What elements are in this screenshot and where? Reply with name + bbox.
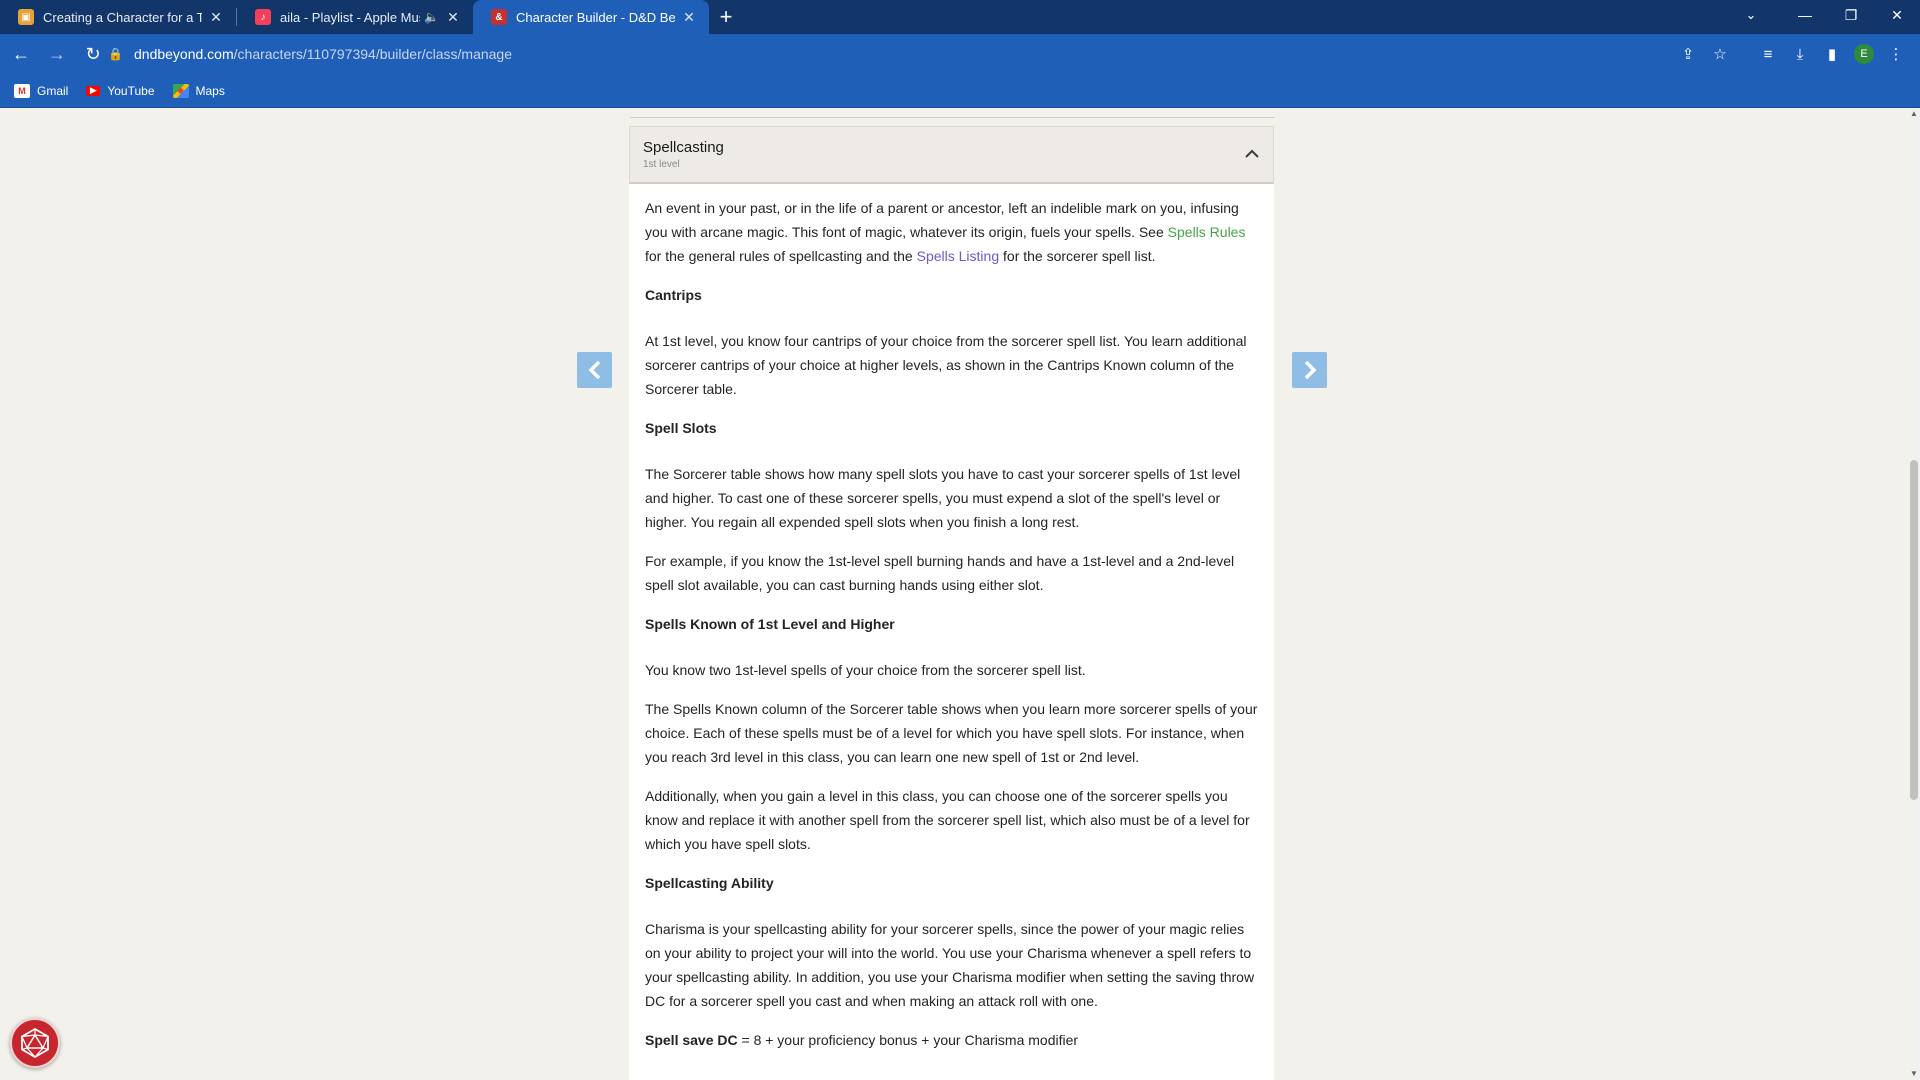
profile-button[interactable]: E (1848, 39, 1880, 69)
dndbeyond-icon: & (491, 9, 507, 25)
previous-arrow-button[interactable] (577, 352, 612, 388)
cantrips-heading: Cantrips (645, 287, 702, 303)
spells-known-paragraph: You know two 1st-level spells of your ch… (645, 662, 1086, 678)
tab-creating-character[interactable]: ▣ Creating a Character for a Table ✕ (0, 0, 236, 34)
section-body: An event in your past, or in the life of… (629, 184, 1274, 1052)
youtube-icon: ▶ (86, 85, 101, 96)
intro-text: An event in your past, or in the life of… (645, 200, 1239, 240)
address-bar[interactable]: 🔒 dndbeyond.com/characters/110797394/bui… (108, 38, 1708, 70)
tab-title: aila - Playlist - Apple Music (280, 9, 421, 25)
forward-icon[interactable]: → (42, 39, 72, 69)
d20-icon (21, 1027, 49, 1059)
section-subtitle: 1st level (643, 159, 680, 170)
intro-paragraph: An event in your past, or in the life of… (645, 196, 1258, 268)
close-tab-icon[interactable]: ✕ (681, 9, 697, 26)
spell-save-dc-formula: = 8 + your proficiency bonus + your Char… (737, 1032, 1079, 1048)
url-path: /characters/110797394/builder/class/mana… (233, 46, 512, 62)
speaker-icon[interactable]: 🔈 (424, 10, 439, 24)
apple-music-icon: ♪ (255, 9, 271, 25)
tab-apple-music[interactable]: ♪ aila - Playlist - Apple Music 🔈 ✕ (237, 0, 473, 34)
kebab-menu-icon[interactable]: ⋮ (1880, 39, 1912, 69)
spells-rules-link[interactable]: Spells Rules (1168, 224, 1246, 240)
minimize-icon[interactable]: — (1782, 0, 1828, 30)
tab-character-builder[interactable]: & Character Builder - D&D Beyond ✕ (473, 0, 709, 34)
bookmarks-bar: M Gmail ▶ YouTube ◆ Maps (0, 74, 1920, 108)
spellcasting-ability-paragraph: Charisma is your spellcasting ability fo… (645, 921, 1255, 1009)
section-title: Spellcasting (643, 139, 724, 156)
tab-strip: ▣ Creating a Character for a Table ✕ ♪ a… (0, 0, 1920, 34)
tab-title: Character Builder - D&D Beyond (516, 9, 675, 25)
page-scrollbar[interactable]: ▲ ▼ (1908, 108, 1920, 1080)
spells-known-heading: Spells Known of 1st Level and Higher (645, 616, 895, 632)
dice-roller-button[interactable] (10, 1018, 60, 1068)
spells-known-paragraph: Additionally, when you gain a level in t… (645, 788, 1250, 852)
avatar: E (1854, 44, 1874, 64)
spells-known-paragraph: The Spells Known column of the Sorcerer … (645, 701, 1258, 765)
chevron-left-icon (588, 360, 600, 380)
bookmark-youtube[interactable]: ▶ YouTube (86, 83, 155, 98)
bookmark-label: YouTube (107, 83, 155, 98)
previous-section-edge (630, 108, 1275, 118)
spell-save-dc-line: Spell save DC = 8 + your proficiency bon… (645, 1028, 1258, 1052)
bookmark-maps[interactable]: ◆ Maps (172, 83, 225, 98)
close-tab-icon[interactable]: ✕ (208, 9, 224, 26)
share-icon[interactable]: ⇪ (1672, 39, 1704, 69)
bookmark-gmail[interactable]: M Gmail (14, 83, 69, 98)
url-host: dndbeyond.com (134, 46, 234, 62)
next-arrow-button[interactable] (1292, 352, 1327, 388)
back-icon[interactable]: ← (6, 39, 36, 69)
intro-text: for the sorcerer spell list. (999, 248, 1156, 264)
media-queue-icon[interactable]: ≡ (1752, 39, 1784, 69)
scroll-down-icon[interactable]: ▼ (1908, 1068, 1920, 1080)
scroll-up-icon[interactable]: ▲ (1908, 108, 1920, 120)
orange-site-icon: ▣ (18, 9, 34, 25)
page-viewport: Spellcasting 1st level An event in your … (0, 108, 1908, 1080)
maps-icon: ◆ (172, 83, 189, 98)
spellcasting-ability-heading: Spellcasting Ability (645, 875, 774, 891)
tab-search-icon[interactable]: ⌄ (1728, 0, 1774, 30)
tab-title: Creating a Character for a Table (43, 9, 202, 25)
spell-save-dc-label: Spell save DC (645, 1032, 738, 1048)
chevron-up-icon[interactable] (1243, 144, 1261, 162)
close-tab-icon[interactable]: ✕ (445, 9, 461, 26)
download-icon[interactable]: ⤓ (1784, 39, 1816, 69)
gmail-icon: M (14, 83, 30, 98)
spells-listing-link[interactable]: Spells Listing (917, 248, 1000, 264)
bookmark-label: Maps (195, 83, 225, 98)
spell-slots-example: For example, if you know the 1st-level s… (645, 553, 1235, 593)
spellcasting-panel: Spellcasting 1st level An event in your … (629, 126, 1274, 1080)
cantrips-paragraph: At 1st level, you know four cantrips of … (645, 333, 1247, 397)
star-icon[interactable]: ☆ (1704, 39, 1736, 69)
reload-icon[interactable]: ↻ (78, 39, 108, 69)
lock-icon[interactable]: 🔒 (108, 47, 124, 61)
scrollbar-thumb[interactable] (1910, 460, 1918, 800)
window-controls: — ❐ ✕ (1782, 0, 1920, 34)
new-tab-button[interactable]: + (709, 0, 743, 34)
side-panel-icon[interactable]: ▮ (1816, 39, 1848, 69)
toolbar-actions: ⇪ ☆ ≡ ⤓ ▮ E ⋮ (1672, 39, 1912, 69)
browser-toolbar: ← → ↻ 🔒 dndbeyond.com/characters/1107973… (0, 34, 1920, 74)
chevron-right-icon (1304, 360, 1316, 380)
collapsible-header[interactable]: Spellcasting 1st level (629, 126, 1274, 184)
spell-slots-heading: Spell Slots (645, 420, 717, 436)
close-window-icon[interactable]: ✕ (1874, 0, 1920, 30)
bookmark-label: Gmail (37, 83, 69, 98)
spell-slots-paragraph: The Sorcerer table shows how many spell … (645, 466, 1241, 530)
restore-icon[interactable]: ❐ (1828, 0, 1874, 30)
intro-text: for the general rules of spellcasting an… (645, 248, 917, 264)
